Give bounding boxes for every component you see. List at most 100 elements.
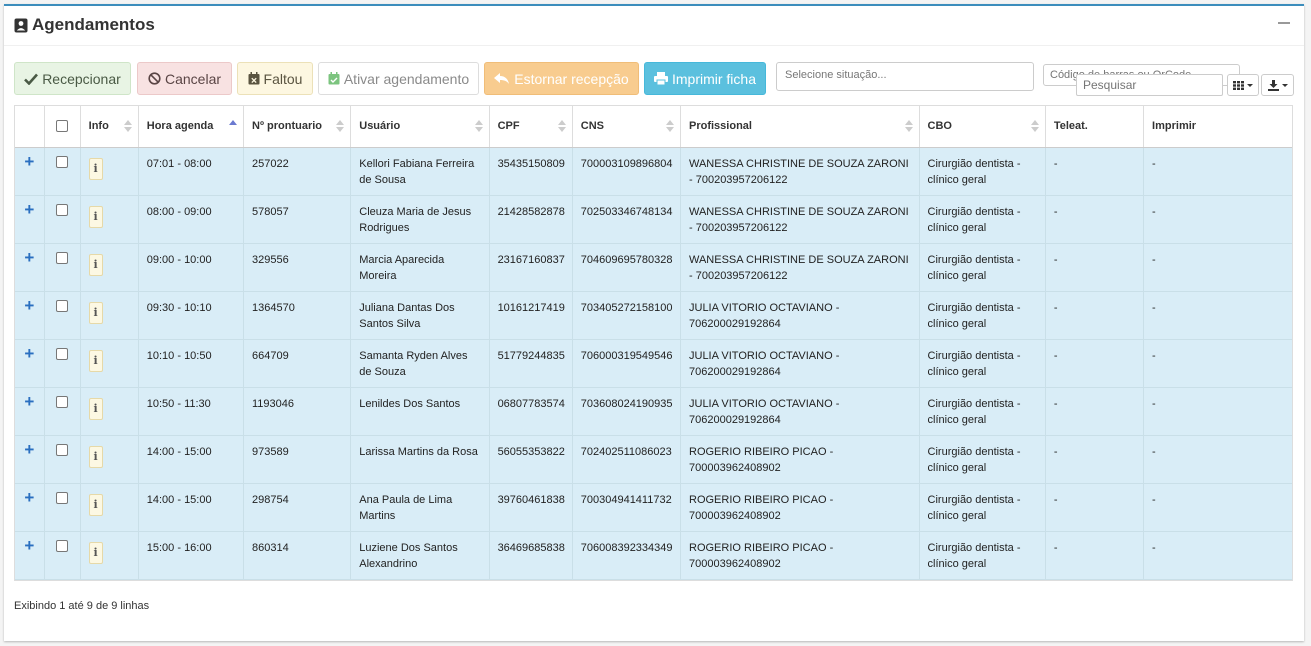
prontuario-cell: 1364570 bbox=[242, 291, 351, 340]
row-checkbox[interactable] bbox=[56, 203, 69, 216]
info-icon[interactable]: i bbox=[88, 253, 103, 276]
collapse-icon[interactable] bbox=[1278, 22, 1290, 24]
table-row[interactable]: + i 14:00 - 15:00 298754 Ana Paula de Li… bbox=[15, 483, 1292, 532]
info-icon[interactable]: i bbox=[88, 397, 103, 420]
cns-cell: 703405272158100 bbox=[571, 291, 681, 340]
cbo-cell: Cirurgião dentista - clínico geral bbox=[918, 339, 1046, 388]
row-checkbox[interactable] bbox=[56, 491, 69, 504]
expand-plus-icon[interactable]: + bbox=[24, 392, 34, 411]
recepcionar-button[interactable]: Recepcionar bbox=[14, 62, 131, 95]
info-icon[interactable]: i bbox=[88, 301, 103, 324]
search-input[interactable] bbox=[1076, 74, 1223, 96]
table-row[interactable]: + i 10:50 - 11:30 1193046 Lenildes Dos S… bbox=[15, 387, 1292, 436]
situacao-select[interactable]: Selecione situação... bbox=[776, 62, 1034, 91]
cancelar-button[interactable]: Cancelar bbox=[137, 62, 232, 95]
row-checkbox[interactable] bbox=[56, 443, 69, 456]
cns-cell: 703608024190935 bbox=[571, 387, 681, 436]
row-checkbox[interactable] bbox=[56, 251, 69, 264]
table-row[interactable]: + i 09:30 - 10:10 1364570 Juliana Dantas… bbox=[15, 291, 1292, 340]
prontuario-cell: 298754 bbox=[242, 483, 351, 532]
table-row[interactable]: + i 09:00 - 10:00 329556 Marcia Aparecid… bbox=[15, 243, 1292, 292]
profissional-cell: ROGERIO RIBEIRO PICAO - 700003962408902 bbox=[680, 435, 920, 484]
select-all-checkbox[interactable] bbox=[56, 119, 69, 132]
header-prontuario[interactable]: Nº prontuario bbox=[242, 106, 351, 148]
table-row[interactable]: + i 07:01 - 08:00 257022 Kellori Fabiana… bbox=[15, 147, 1292, 196]
table-header-row: Info Hora agenda Nº prontuario Usuário C… bbox=[15, 106, 1292, 148]
select-cell bbox=[43, 195, 81, 244]
header-cns[interactable]: CNS bbox=[571, 106, 681, 148]
cbo-cell: Cirurgião dentista - clínico geral bbox=[918, 291, 1046, 340]
select-cell bbox=[43, 291, 81, 340]
imprimir-ficha-button[interactable]: Imprimir ficha bbox=[644, 62, 766, 95]
profissional-cell: JULIA VITORIO OCTAVIANO - 70620002919286… bbox=[680, 291, 920, 340]
header-expand bbox=[15, 106, 45, 148]
header-cpf[interactable]: CPF bbox=[488, 106, 573, 148]
prontuario-cell: 1193046 bbox=[242, 387, 351, 436]
expand-cell: + bbox=[15, 531, 45, 580]
prontuario-cell: 257022 bbox=[242, 147, 351, 196]
expand-cell: + bbox=[15, 339, 45, 388]
select-cell bbox=[43, 483, 81, 532]
info-icon[interactable]: i bbox=[88, 205, 103, 228]
faltou-button[interactable]: Faltou bbox=[237, 62, 313, 95]
row-checkbox[interactable] bbox=[56, 155, 69, 168]
export-button[interactable] bbox=[1261, 74, 1294, 96]
cns-cell: 704609695780328 bbox=[571, 243, 681, 292]
header-usuario[interactable]: Usuário bbox=[350, 106, 490, 148]
cns-cell: 702503346748134 bbox=[571, 195, 681, 244]
expand-plus-icon[interactable]: + bbox=[24, 200, 34, 219]
header-cbo[interactable]: CBO bbox=[918, 106, 1046, 148]
estornar-recepcao-button[interactable]: Estornar recepção bbox=[484, 62, 639, 95]
cns-cell: 706000319549546 bbox=[571, 339, 681, 388]
table-row[interactable]: + i 15:00 - 16:00 860314 Luziene Dos San… bbox=[15, 531, 1292, 580]
profissional-cell: JULIA VITORIO OCTAVIANO - 70620002919286… bbox=[680, 339, 920, 388]
row-checkbox[interactable] bbox=[56, 395, 69, 408]
table-row[interactable]: + i 14:00 - 15:00 973589 Larissa Martins… bbox=[15, 435, 1292, 484]
ban-icon bbox=[148, 72, 161, 85]
recepcionar-label: Recepcionar bbox=[42, 70, 121, 87]
row-checkbox[interactable] bbox=[56, 539, 69, 552]
info-cell: i bbox=[79, 339, 139, 388]
table-row[interactable]: + i 08:00 - 09:00 578057 Cleuza Maria de… bbox=[15, 195, 1292, 244]
info-icon[interactable]: i bbox=[88, 541, 103, 564]
expand-cell: + bbox=[15, 435, 45, 484]
faltou-label: Faltou bbox=[263, 70, 303, 87]
expand-plus-icon[interactable]: + bbox=[24, 296, 34, 315]
header-profissional[interactable]: Profissional bbox=[680, 106, 920, 148]
usuario-cell: Samanta Ryden Alves de Souza bbox=[350, 339, 490, 388]
header-hora-agenda[interactable]: Hora agenda bbox=[137, 106, 244, 148]
hora-cell: 09:00 - 10:00 bbox=[137, 243, 244, 292]
info-icon[interactable]: i bbox=[88, 493, 103, 516]
columns-toggle-button[interactable] bbox=[1227, 74, 1259, 96]
header-info[interactable]: Info bbox=[79, 106, 139, 148]
table-row[interactable]: + i 10:10 - 10:50 664709 Samanta Ryden A… bbox=[15, 339, 1292, 388]
info-icon[interactable]: i bbox=[88, 349, 103, 372]
row-checkbox[interactable] bbox=[56, 299, 69, 312]
cpf-cell: 39760461838 bbox=[488, 483, 573, 532]
cpf-cell: 10161217419 bbox=[488, 291, 573, 340]
expand-plus-icon[interactable]: + bbox=[24, 536, 34, 555]
expand-plus-icon[interactable]: + bbox=[24, 344, 34, 363]
expand-plus-icon[interactable]: + bbox=[24, 488, 34, 507]
usuario-cell: Luziene Dos Santos Alexandrino bbox=[350, 531, 490, 580]
expand-plus-icon[interactable]: + bbox=[24, 152, 34, 171]
sort-icon bbox=[904, 120, 913, 132]
cbo-cell: Cirurgião dentista - clínico geral bbox=[918, 387, 1046, 436]
hora-cell: 10:50 - 11:30 bbox=[137, 387, 244, 436]
ativar-agendamento-button[interactable]: Ativar agendamento bbox=[318, 62, 479, 95]
panel-header: Agendamentos bbox=[4, 6, 1304, 46]
expand-plus-icon[interactable]: + bbox=[24, 440, 34, 459]
expand-cell: + bbox=[15, 291, 45, 340]
teleat-cell: - bbox=[1044, 195, 1144, 244]
sort-asc-icon bbox=[229, 120, 237, 132]
select-cell bbox=[43, 243, 81, 292]
header-select-all bbox=[43, 106, 81, 148]
cpf-cell: 21428582878 bbox=[488, 195, 573, 244]
info-icon[interactable]: i bbox=[88, 445, 103, 468]
expand-plus-icon[interactable]: + bbox=[24, 248, 34, 267]
row-checkbox[interactable] bbox=[56, 347, 69, 360]
info-icon[interactable]: i bbox=[88, 157, 103, 180]
cbo-cell: Cirurgião dentista - clínico geral bbox=[918, 435, 1046, 484]
expand-cell: + bbox=[15, 195, 45, 244]
imprimir-cell: - bbox=[1143, 387, 1292, 436]
